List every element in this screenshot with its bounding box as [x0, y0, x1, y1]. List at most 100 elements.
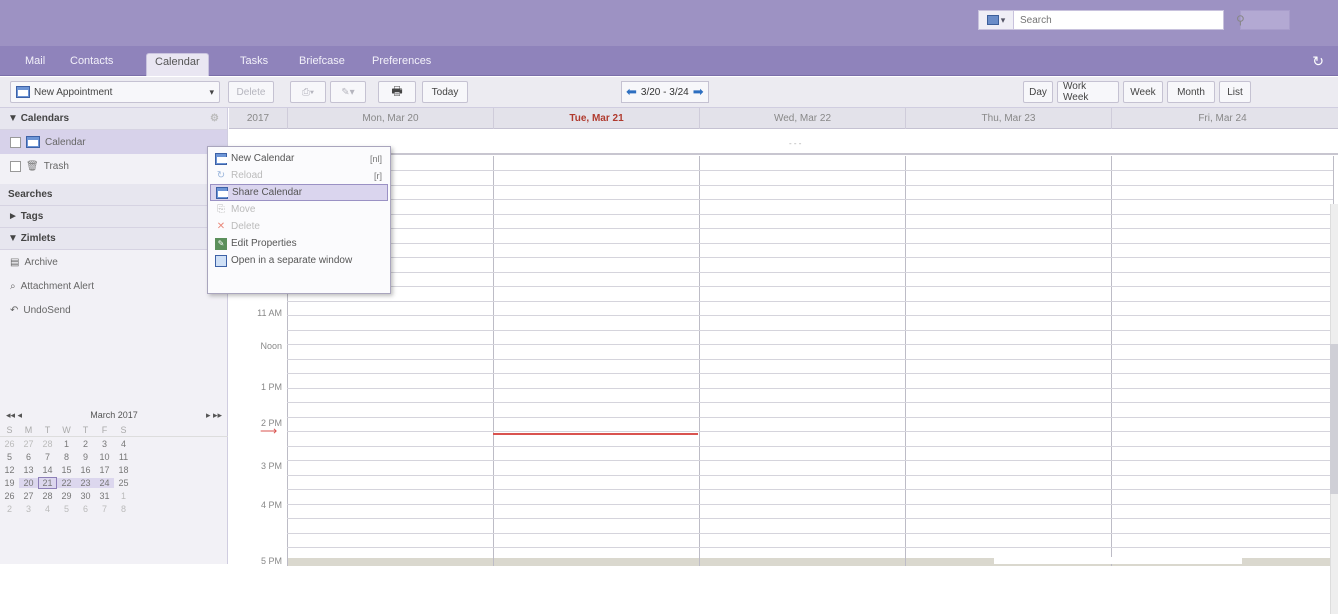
mini-calendar-day[interactable]: 13	[19, 465, 38, 475]
menu-item-share-calendar[interactable]: Share Calendar	[210, 184, 388, 201]
tab-tasks[interactable]: Tasks	[232, 53, 276, 76]
sidebar-item-archive[interactable]: ▤ Archive	[0, 250, 227, 274]
mini-calendar-day[interactable]: 3	[19, 504, 38, 514]
mini-calendar-day[interactable]: 29	[57, 491, 76, 501]
delete-button[interactable]: Delete	[228, 81, 274, 103]
zimlets-header[interactable]: ▼ Zimlets	[0, 228, 227, 250]
mini-calendar-day[interactable]: 23	[76, 477, 95, 488]
mini-calendar-day[interactable]: 7	[38, 452, 57, 462]
previous-arrow-icon[interactable]: ⬅	[626, 84, 637, 100]
mini-calendar-day[interactable]: 26	[0, 439, 19, 449]
mini-calendar-day[interactable]: 6	[19, 452, 38, 462]
mini-calendar-day[interactable]: 2	[0, 504, 19, 514]
search-input[interactable]	[1014, 10, 1224, 30]
mini-calendar-day[interactable]: 4	[38, 504, 57, 514]
mini-calendar-day[interactable]: 15	[57, 465, 76, 475]
mini-calendar-day[interactable]: 3	[95, 439, 114, 449]
mini-calendar-day-today[interactable]: 21	[38, 476, 57, 489]
mini-calendar-day[interactable]: 24	[95, 477, 114, 488]
refresh-icon[interactable]: ↻	[1312, 53, 1324, 70]
tab-briefcase[interactable]: Briefcase	[291, 53, 353, 76]
print-menu-button[interactable]: ⎙▾	[290, 81, 326, 103]
menu-item-new-calendar[interactable]: New Calendar [nl]	[210, 150, 388, 167]
sidebar-item-undosend[interactable]: ↶ UndoSend	[0, 298, 227, 322]
sidebar-item-trash[interactable]: 🗑 Trash	[0, 154, 227, 178]
trash-checkbox[interactable]	[10, 160, 21, 172]
mini-calendar-day[interactable]: 4	[114, 439, 133, 449]
all-day-row[interactable]: - - -	[229, 129, 1338, 155]
current-time-indicator	[493, 433, 698, 435]
mini-calendar-day[interactable]: 16	[76, 465, 95, 475]
menu-item-move[interactable]: ⎘ Move	[210, 201, 388, 218]
mini-calendar-day[interactable]: 22	[57, 477, 76, 488]
mini-calendar-day[interactable]: 18	[114, 465, 133, 475]
tab-contacts[interactable]: Contacts	[62, 53, 121, 76]
mini-calendar-day[interactable]: 12	[0, 465, 19, 475]
mini-calendar-day[interactable]: 1	[57, 439, 76, 449]
mini-calendar-day[interactable]: 6	[76, 504, 95, 514]
menu-item-delete[interactable]: ✕ Delete	[210, 218, 388, 235]
new-appointment-button[interactable]: New Appointment ▾	[10, 81, 220, 103]
mini-calendar-day[interactable]: 9	[76, 452, 95, 462]
weekday: M	[24, 425, 33, 435]
day-header-tue[interactable]: Tue, Mar 21	[493, 108, 699, 129]
mini-calendar-day[interactable]: 11	[114, 452, 133, 462]
menu-item-open-separate-window[interactable]: Open in a separate window	[210, 252, 388, 269]
sidebar-item-label: Trash	[43, 160, 69, 172]
mini-calendar-day[interactable]: 30	[76, 491, 95, 501]
day-header-wed[interactable]: Wed, Mar 22	[699, 108, 905, 129]
view-week-button[interactable]: Week	[1123, 81, 1163, 103]
mini-calendar-day[interactable]: 26	[0, 491, 19, 501]
view-list-button[interactable]: List	[1219, 81, 1251, 103]
searches-header[interactable]: Searches	[0, 184, 227, 206]
time-grid[interactable]: 11 AM Noon 1 PM 2 PM 3 PM 4 PM 5 PM ⟶	[229, 156, 1338, 614]
day-header-mon[interactable]: Mon, Mar 20	[287, 108, 493, 129]
mini-calendar-day[interactable]: 10	[95, 452, 114, 462]
next-arrow-icon[interactable]: ➡	[693, 84, 704, 100]
mini-calendar-day[interactable]: 2	[76, 439, 95, 449]
dropdown-arrow-icon[interactable]: ▾	[209, 87, 214, 98]
mini-calendar-day[interactable]: 28	[38, 439, 57, 449]
mini-calendar-day[interactable]: 7	[95, 504, 114, 514]
previous-year-icon[interactable]: ◂◂ ◂	[6, 410, 22, 421]
mini-calendar-day[interactable]: 8	[57, 452, 76, 462]
mini-calendar-day[interactable]: 5	[57, 504, 76, 514]
tab-preferences[interactable]: Preferences	[364, 53, 439, 76]
mini-calendar-day[interactable]: 28	[38, 491, 57, 501]
mini-calendar-day[interactable]: 1	[114, 491, 133, 501]
calendar-checkbox[interactable]	[10, 136, 21, 148]
menu-item-edit-properties[interactable]: ✎ Edit Properties	[210, 235, 388, 252]
mini-calendar-day[interactable]: 17	[95, 465, 114, 475]
gear-icon[interactable]: ⚙	[210, 113, 219, 124]
mini-calendar-day[interactable]: 20	[19, 477, 38, 488]
today-button[interactable]: Today	[422, 81, 468, 103]
day-header-thu[interactable]: Thu, Mar 23	[905, 108, 1111, 129]
mini-calendar-day[interactable]: 14	[38, 465, 57, 475]
mini-calendar-day[interactable]: 8	[114, 504, 133, 514]
tab-calendar[interactable]: Calendar	[146, 53, 209, 76]
calendars-header[interactable]: ▼ Calendars ⚙	[0, 108, 227, 130]
day-header-fri[interactable]: Fri, Mar 24	[1111, 108, 1333, 129]
next-year-icon[interactable]: ▸ ▸▸	[206, 410, 222, 421]
view-day-button[interactable]: Day	[1023, 81, 1053, 103]
search-icon[interactable]: ⚲	[1236, 13, 1250, 27]
sidebar-item-attachment-alert[interactable]: ⌕ Attachment Alert	[0, 274, 227, 298]
mini-calendar-day[interactable]: 31	[95, 491, 114, 501]
search-type-dropdown[interactable]: ▾	[978, 10, 1014, 30]
mini-calendar-day[interactable]: 5	[0, 452, 19, 462]
view-month-button[interactable]: Month	[1167, 81, 1215, 103]
print-button[interactable]: 🖶	[378, 81, 416, 103]
tags-header[interactable]: ► Tags	[0, 206, 227, 228]
grid-line	[287, 199, 1333, 200]
menu-item-reload[interactable]: ↻ Reload [r]	[210, 167, 388, 184]
view-work-week-button[interactable]: Work Week	[1057, 81, 1119, 103]
mini-calendar-day[interactable]: 27	[19, 439, 38, 449]
scrollbar-thumb[interactable]	[1330, 344, 1338, 494]
sidebar-item-calendar[interactable]: Calendar	[0, 130, 227, 154]
mini-calendar-day[interactable]: 27	[19, 491, 38, 501]
mini-calendar-day[interactable]: 19	[0, 478, 19, 488]
mini-calendar-day[interactable]: 25	[114, 478, 133, 488]
vertical-scrollbar[interactable]	[1330, 204, 1338, 614]
edit-menu-button[interactable]: ✎▾	[330, 81, 366, 103]
tab-mail[interactable]: Mail	[17, 53, 53, 76]
